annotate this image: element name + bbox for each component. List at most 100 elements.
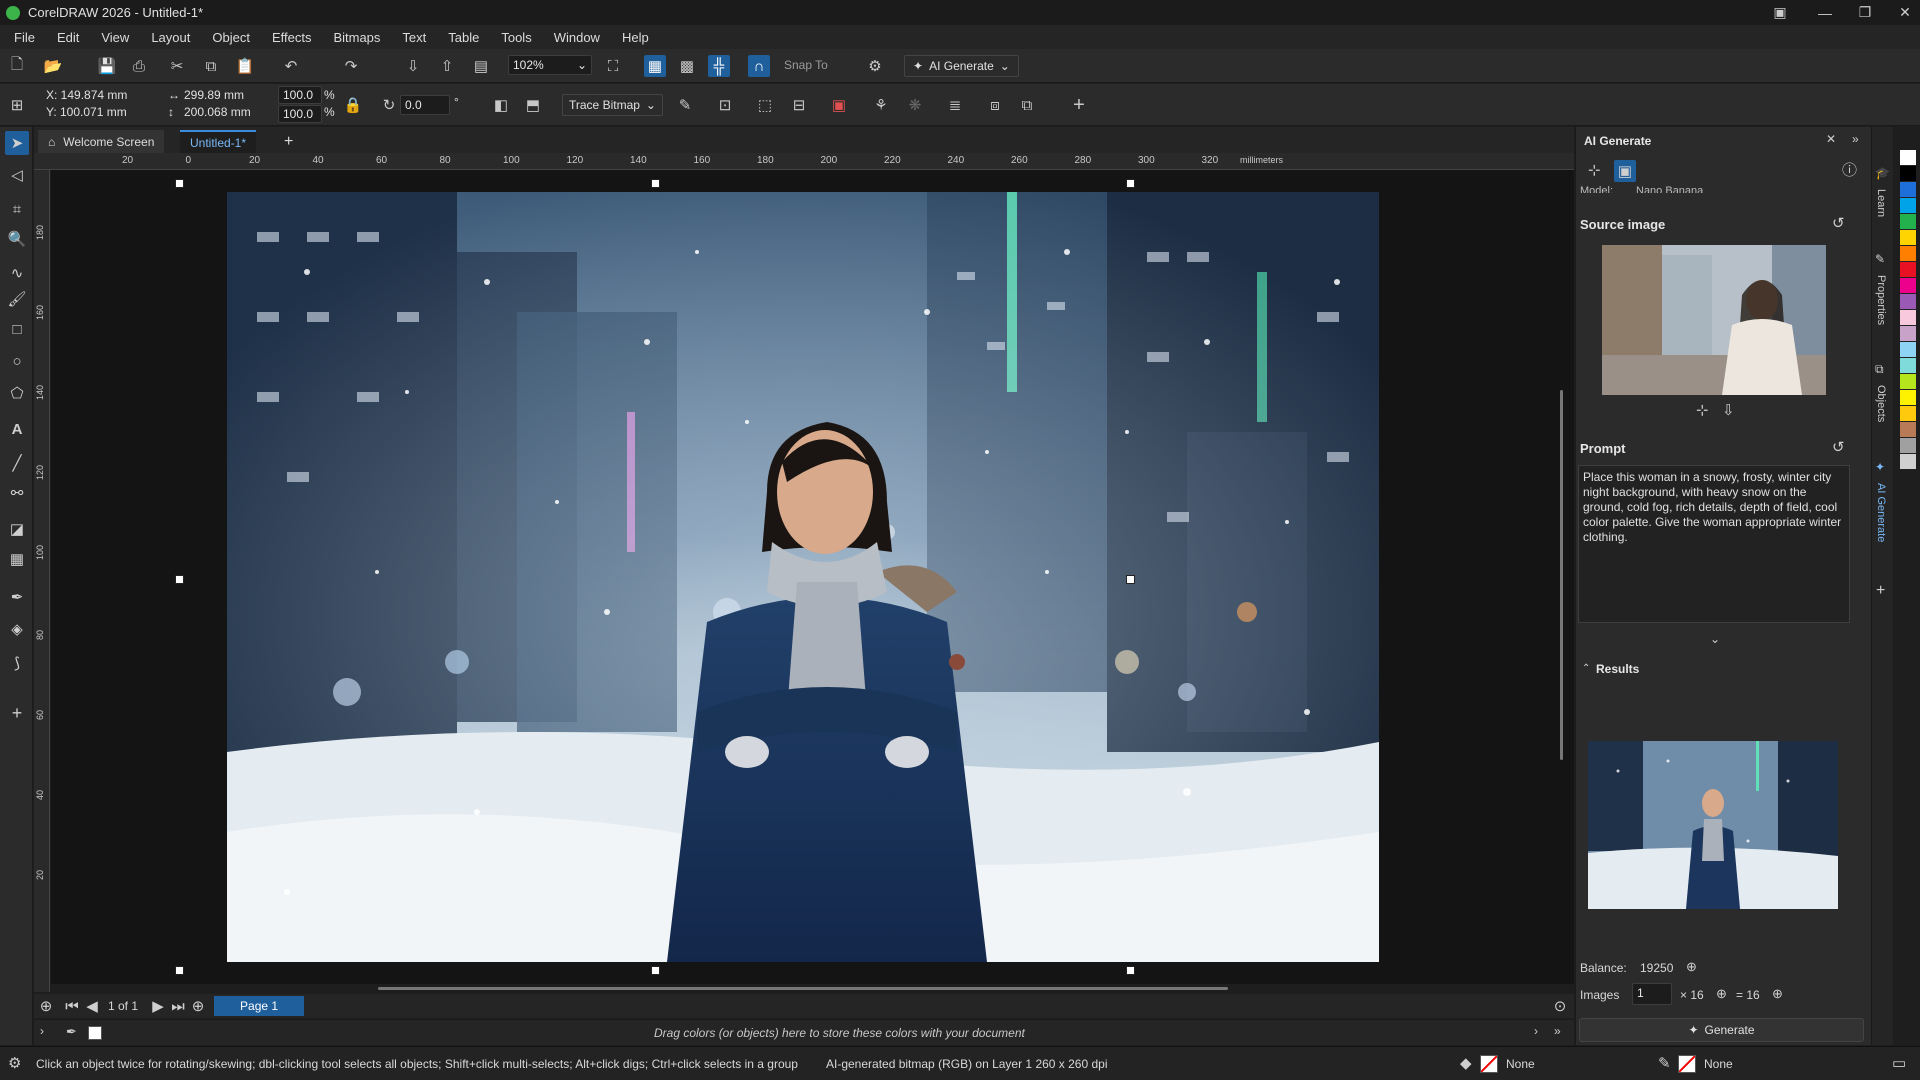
image-to-image-icon[interactable]: ▣ [1614, 160, 1636, 182]
lock-ratio-icon[interactable]: 🔒 [342, 94, 364, 116]
close-panel-icon[interactable]: ✕ [1826, 133, 1836, 145]
collapse-panel-icon[interactable]: » [1852, 133, 1859, 145]
ai-generate-toolbar-button[interactable]: ✦ AI Generate ⌄ [904, 55, 1019, 77]
polygon-tool-icon[interactable]: ⬠ [5, 381, 29, 405]
side-tab-learn[interactable]: Learn [1875, 189, 1887, 217]
color-swatch[interactable] [1900, 438, 1916, 454]
object-origin-icon[interactable]: ⊞ [6, 94, 28, 116]
menu-effects[interactable]: Effects [272, 30, 312, 45]
rotation-angle-field[interactable]: 0.0 [400, 95, 450, 115]
palette-scroll-right-icon[interactable]: › [1534, 1025, 1538, 1037]
side-tab-properties[interactable]: Properties [1875, 275, 1887, 325]
color-swatch[interactable] [1900, 198, 1916, 214]
layers-icon[interactable]: ⧉ [1016, 94, 1038, 116]
artistic-media-icon[interactable]: 🖌 [5, 287, 29, 311]
previous-page-icon[interactable]: ◀ [84, 999, 100, 1014]
blend-tool-icon[interactable]: ⚯ [5, 481, 29, 505]
no-color-swatch[interactable] [88, 1026, 102, 1040]
open-icon[interactable]: 📂 [42, 55, 64, 77]
ai-generated-bitmap[interactable] [227, 192, 1379, 962]
color-swatch[interactable] [1900, 246, 1916, 262]
color-swatch[interactable] [1900, 166, 1916, 182]
drop-shadow-icon[interactable]: ◪ [5, 517, 29, 541]
rectangle-tool-icon[interactable]: □ [5, 317, 29, 341]
collapse-results-icon[interactable]: ⌃ [1582, 664, 1590, 674]
selection-handle[interactable] [175, 179, 184, 188]
color-swatch[interactable] [1900, 358, 1916, 374]
crop-bitmap-icon[interactable]: ⊡ [714, 94, 736, 116]
text-wrap-icon[interactable]: ≣ [944, 94, 966, 116]
publish-pdf-icon[interactable]: ▤ [470, 55, 492, 77]
color-swatch[interactable] [1900, 406, 1916, 422]
info-icon[interactable]: ⓘ [1842, 163, 1857, 178]
page-tab[interactable]: Page 1 [214, 996, 305, 1016]
arrange-back-icon[interactable]: ⧈ [984, 94, 1006, 116]
y-position-field[interactable]: Y: 100.071 mm [46, 105, 127, 119]
height-field[interactable]: 200.068 mm [184, 105, 251, 119]
rotate-icon[interactable]: ↻ [378, 94, 400, 116]
selection-handle[interactable] [1126, 966, 1135, 975]
snap-to-dropdown[interactable]: Snap To [784, 58, 828, 72]
generate-button[interactable]: ✦ Generate [1579, 1018, 1864, 1042]
scale-y-field[interactable]: 100.0 [278, 105, 322, 123]
add-page-after-icon[interactable]: ⊕ [190, 999, 206, 1014]
color-swatch[interactable] [1900, 294, 1916, 310]
menu-help[interactable]: Help [622, 30, 649, 45]
shape-tool-icon[interactable]: ◁ [5, 163, 29, 187]
selection-handle[interactable] [651, 179, 660, 188]
add-icon[interactable]: + [1068, 94, 1090, 116]
horizontal-scrollbar[interactable] [378, 987, 1228, 990]
menu-tools[interactable]: Tools [501, 30, 531, 45]
trace-bitmap-dropdown[interactable]: Trace Bitmap ⌄ [562, 94, 663, 116]
show-guidelines-icon[interactable]: ╬ [708, 55, 730, 77]
pick-tool-icon[interactable]: ➤ [5, 131, 29, 155]
menu-table[interactable]: Table [448, 30, 479, 45]
tab-untitled-1[interactable]: Untitled-1* [180, 130, 257, 153]
menu-view[interactable]: View [101, 30, 129, 45]
first-page-icon[interactable]: ⏮ [64, 999, 80, 1014]
selection-handle[interactable] [1126, 179, 1135, 188]
zoom-tool-icon[interactable]: 🔍 [5, 227, 29, 251]
export-icon[interactable]: ⇧ [436, 55, 458, 77]
text-to-image-icon[interactable]: ⊹ [1588, 163, 1601, 178]
add-credits-icon[interactable]: ⊕ [1686, 960, 1697, 973]
color-swatch[interactable] [1900, 230, 1916, 246]
expand-arrow-icon[interactable]: › [40, 1025, 44, 1037]
new-tab-button[interactable]: + [278, 130, 299, 153]
new-document-icon[interactable]: 🗋 [6, 55, 28, 77]
color-swatch[interactable] [1900, 262, 1916, 278]
color-swatch[interactable] [1900, 390, 1916, 406]
zoom-level-select[interactable]: 102% ⌄ [508, 55, 592, 75]
edit-bitmap-icon[interactable]: ✎ [674, 94, 696, 116]
menu-edit[interactable]: Edit [57, 30, 79, 45]
import-source-icon[interactable]: ⇩ [1722, 403, 1735, 418]
add-page-before-icon[interactable]: ⊕ [38, 999, 54, 1014]
images-count-stepper[interactable]: 1 [1632, 983, 1672, 1005]
mirror-horizontal-icon[interactable]: ◧ [490, 94, 512, 116]
x-position-field[interactable]: X: 149.874 mm [46, 88, 127, 102]
import-icon[interactable]: ⇩ [402, 55, 424, 77]
model-select[interactable]: Nano Banana [1636, 185, 1703, 193]
prompt-textarea[interactable]: Place this woman in a snowy, frosty, win… [1578, 465, 1850, 623]
fill-color-swatch[interactable] [1480, 1055, 1498, 1073]
mirror-vertical-icon[interactable]: ⬒ [522, 94, 544, 116]
zoom-fit-icon[interactable]: ⊙ [1552, 999, 1568, 1014]
expand-prompt-icon[interactable]: ⌄ [1710, 633, 1720, 645]
settings-gear-icon[interactable]: ⚙ [864, 55, 886, 77]
eyedropper-icon[interactable]: ✒ [66, 1025, 77, 1038]
restore-panel-icon[interactable]: ▣ [1760, 0, 1800, 25]
reset-source-icon[interactable]: ↺ [1832, 216, 1845, 231]
palette-more-icon[interactable]: » [1554, 1025, 1561, 1037]
bitmap-mask-icon[interactable]: ▣ [828, 94, 850, 116]
crop-tool-icon[interactable]: ⌗ [5, 197, 29, 221]
last-page-icon[interactable]: ⏭ [170, 999, 186, 1014]
menu-file[interactable]: File [14, 30, 35, 45]
color-swatch[interactable] [1900, 150, 1916, 166]
menu-window[interactable]: Window [554, 30, 600, 45]
reset-prompt-icon[interactable]: ↺ [1832, 440, 1845, 455]
maximize-button[interactable]: ❐ [1845, 0, 1885, 25]
undo-icon[interactable]: ↶ [280, 55, 302, 77]
paste-icon[interactable]: 📋 [234, 55, 256, 77]
show-rulers-icon[interactable]: ▦ [644, 55, 666, 77]
side-tab-ai-generate[interactable]: AI Generate [1875, 483, 1887, 542]
